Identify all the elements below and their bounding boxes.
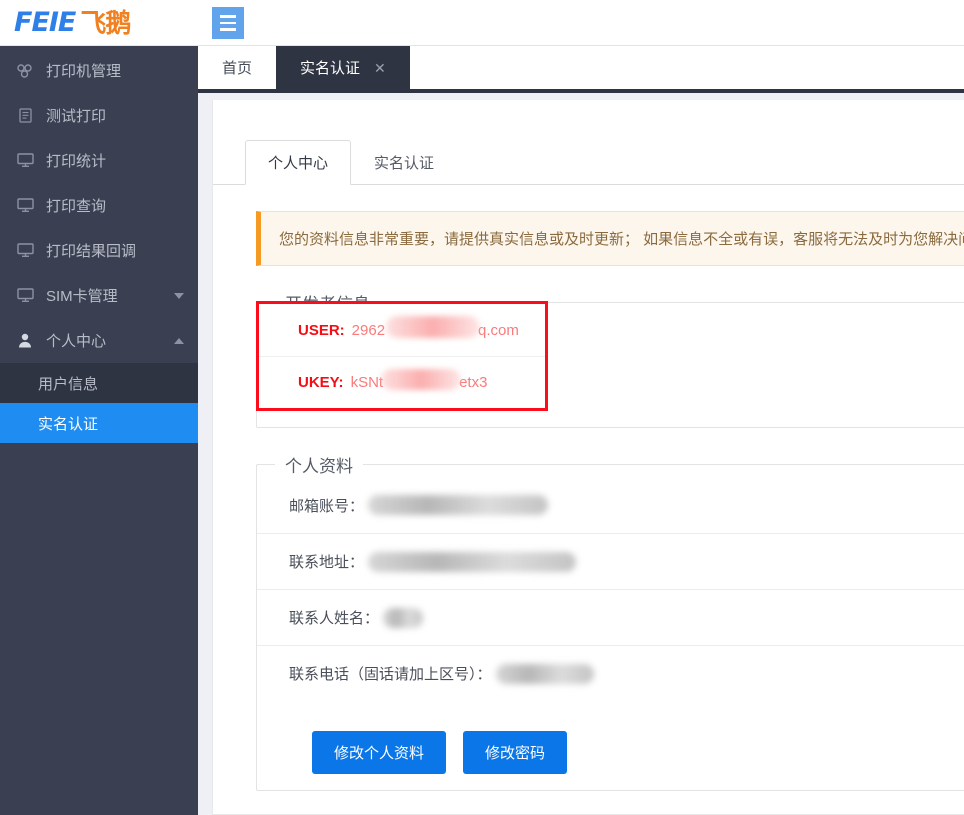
sidebar-submenu: 用户信息 实名认证 xyxy=(0,363,198,443)
tab-home[interactable]: 首页 xyxy=(198,46,277,89)
sidebar-item-printer-management[interactable]: 打印机管理 xyxy=(0,48,198,93)
sidebar-nav: 打印机管理 测试打印 打印统计 打印查询 打印结果回调 SIM卡管理 个人中心 … xyxy=(0,46,198,443)
sidebar: FEIE 飞鹅 打印机管理 测试打印 打印统计 打印查询 打印结果回调 SIM卡… xyxy=(0,0,198,815)
top-bar xyxy=(198,0,964,46)
tab-real-name-auth[interactable]: 实名认证 ✕ xyxy=(276,46,410,89)
developer-ukey-key: UKEY: xyxy=(298,374,344,391)
edit-profile-button[interactable]: 修改个人资料 xyxy=(312,731,447,774)
profile-label-email: 邮箱账号： xyxy=(289,497,365,515)
profile-row-contact-name: 联系人姓名： xyxy=(257,589,964,645)
profile-value-address xyxy=(368,551,964,572)
profile-row-address: 联系地址： xyxy=(257,533,964,589)
brand-logo[interactable]: FEIE 飞鹅 xyxy=(0,0,198,46)
chevron-down-icon xyxy=(174,292,184,299)
developer-user-prefix: 2962 xyxy=(351,321,386,339)
page-body: 个人中心 实名认证 您的资料信息非常重要，请提供真实信息或及时更新； 如果信息不… xyxy=(198,93,964,815)
sitemap-icon xyxy=(14,63,36,79)
sidebar-item-test-print[interactable]: 测试打印 xyxy=(0,93,198,138)
hamburger-bar xyxy=(220,21,236,25)
developer-user-value: 2962 q.com xyxy=(351,315,519,339)
tab-label: 首页 xyxy=(222,60,253,77)
hamburger-icon[interactable] xyxy=(212,7,244,39)
redaction-blur xyxy=(380,369,461,390)
app-root: FEIE 飞鹅 打印机管理 测试打印 打印统计 打印查询 打印结果回调 SIM卡… xyxy=(0,0,964,815)
sidebar-item-print-statistics[interactable]: 打印统计 xyxy=(0,138,198,183)
developer-credentials-box: USER: 2962 q.com UKEY: kSNt etx3 xyxy=(256,301,548,411)
developer-ukey-prefix: kSNt xyxy=(350,374,384,391)
inner-tab-personal-center[interactable]: 个人中心 xyxy=(245,140,352,185)
developer-ukey-value: kSNt etx3 xyxy=(350,369,488,391)
profile-value-email xyxy=(368,495,964,515)
sidebar-item-label: 打印统计 xyxy=(46,153,107,170)
change-password-button[interactable]: 修改密码 xyxy=(463,731,568,774)
developer-ukey-row: UKEY: kSNt etx3 xyxy=(259,356,545,408)
profile-row-phone: 联系电话（固话请加上区号）： xyxy=(257,645,964,701)
redaction-blur xyxy=(368,495,549,515)
redaction-blur xyxy=(383,607,424,628)
sidebar-item-label: SIM卡管理 xyxy=(46,288,118,305)
content-panel: 个人中心 实名认证 您的资料信息非常重要，请提供真实信息或及时更新； 如果信息不… xyxy=(212,100,964,815)
file-icon xyxy=(14,108,36,124)
monitor-icon xyxy=(14,153,36,169)
monitor-icon xyxy=(14,288,36,304)
brand-logo-cn: 飞鹅 xyxy=(80,7,131,38)
developer-user-row: USER: 2962 q.com xyxy=(259,304,545,356)
info-alert-text: 您的资料信息非常重要，请提供真实信息或及时更新； 如果信息不全或有误，客服将无法… xyxy=(279,231,964,248)
sidebar-subitem-label: 实名认证 xyxy=(38,415,99,433)
sidebar-item-sim-management[interactable]: SIM卡管理 xyxy=(0,273,198,318)
inner-tab-label: 实名认证 xyxy=(374,155,435,172)
tab-label: 实名认证 xyxy=(300,60,361,77)
inner-tab-real-name-auth[interactable]: 实名认证 xyxy=(351,140,457,185)
redaction-blur xyxy=(368,551,577,572)
sidebar-item-label: 打印查询 xyxy=(46,198,107,215)
sidebar-subitem-real-name-auth[interactable]: 实名认证 xyxy=(0,403,198,443)
inner-tab-bar: 个人中心 实名认证 xyxy=(213,140,964,185)
sidebar-item-personal-center[interactable]: 个人中心 xyxy=(0,318,198,363)
profile-row-email: 邮箱账号： xyxy=(257,477,964,533)
developer-user-suffix: q.com xyxy=(478,321,519,339)
developer-info-group: 开发者信息 USER: 2962 q.com UKEY: kSNt etx3 xyxy=(256,290,964,428)
user-icon xyxy=(14,333,36,349)
info-alert: 您的资料信息非常重要，请提供真实信息或及时更新； 如果信息不全或有误，客服将无法… xyxy=(256,211,964,266)
developer-ukey-suffix: etx3 xyxy=(459,374,488,391)
sidebar-item-label: 打印机管理 xyxy=(46,63,122,80)
profile-label-contact-name: 联系人姓名： xyxy=(289,610,380,627)
monitor-icon xyxy=(14,198,36,214)
close-icon[interactable]: ✕ xyxy=(374,61,386,75)
sidebar-item-print-query[interactable]: 打印查询 xyxy=(0,183,198,228)
sidebar-item-label: 个人中心 xyxy=(46,333,107,350)
brand-logo-latin: FEIE xyxy=(14,7,76,38)
sidebar-item-label: 打印结果回调 xyxy=(46,243,137,260)
profile-action-buttons: 修改个人资料 修改密码 xyxy=(312,731,964,774)
profile-value-phone xyxy=(495,663,964,684)
sidebar-subitem-label: 用户信息 xyxy=(38,375,99,393)
personal-profile-legend: 个人资料 xyxy=(285,457,353,476)
redaction-blur xyxy=(495,663,594,684)
sidebar-subitem-user-info[interactable]: 用户信息 xyxy=(0,363,198,403)
hamburger-bar xyxy=(220,28,236,31)
sidebar-item-print-callback[interactable]: 打印结果回调 xyxy=(0,228,198,273)
tab-bar: 首页 实名认证 ✕ xyxy=(198,46,964,89)
profile-value-contact-name xyxy=(383,607,964,628)
chevron-up-icon xyxy=(174,337,184,344)
inner-tab-label: 个人中心 xyxy=(268,155,329,172)
profile-label-phone: 联系电话（固话请加上区号）： xyxy=(289,666,492,683)
sidebar-item-label: 测试打印 xyxy=(46,108,107,125)
personal-profile-group: 个人资料 邮箱账号： 联系地址： 联系人姓名： 联系电话（固话请加上区号）： 修… xyxy=(256,452,964,791)
monitor-icon xyxy=(14,243,36,259)
developer-user-key: USER: xyxy=(298,321,345,339)
hamburger-bar xyxy=(220,15,236,18)
redaction-blur xyxy=(385,315,480,338)
profile-label-address: 联系地址： xyxy=(289,554,365,571)
